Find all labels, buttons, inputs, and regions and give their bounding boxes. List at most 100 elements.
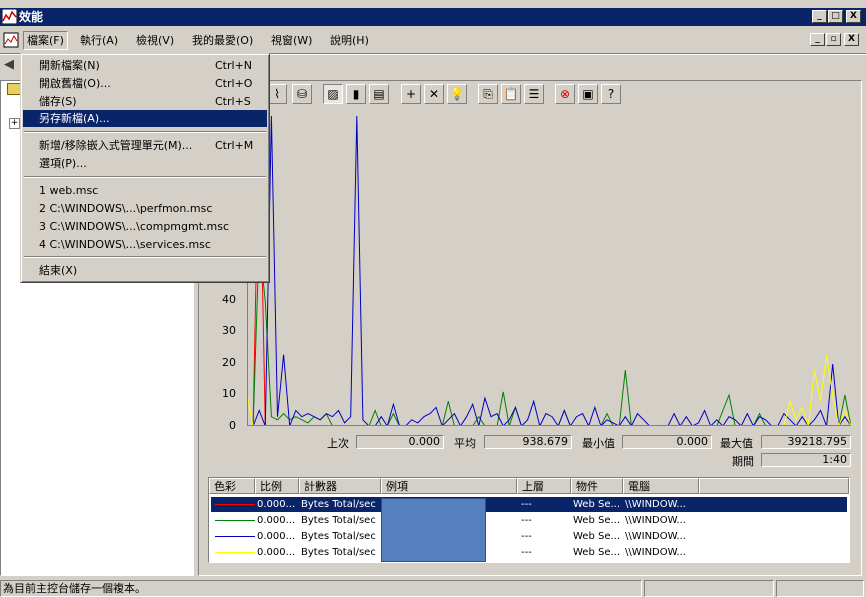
duration-value: 1:40: [761, 453, 851, 467]
status-panel-2: [644, 580, 774, 597]
column-header-computer[interactable]: 電腦: [623, 478, 699, 494]
folder-icon: [7, 83, 21, 95]
menu-view[interactable]: 檢視(V): [133, 32, 177, 49]
cell-counter: Bytes Total/sec: [301, 499, 376, 510]
file-menu-item[interactable]: 另存新檔(A)...: [23, 110, 267, 127]
cell-computer: \\WINDOW...: [625, 515, 686, 526]
menu-item-shortcut: Ctrl+N: [215, 59, 253, 72]
close-button[interactable]: X: [846, 10, 861, 23]
add-counter-icon[interactable]: +: [401, 84, 421, 104]
cell-computer: \\WINDOW...: [625, 531, 686, 542]
file-menu-dropdown: 開新檔案(N) Ctrl+N 開啟舊檔(O)... Ctrl+O 儲存(S) Ctrl+S…: [20, 53, 270, 283]
mdi-close-button[interactable]: X: [844, 33, 859, 46]
report-view-icon[interactable]: ▤: [369, 84, 389, 104]
menu-action[interactable]: 執行(A): [77, 32, 121, 49]
y-tick-label: 20: [222, 355, 236, 369]
performance-graph[interactable]: [247, 110, 851, 426]
last-value: 0.000: [356, 435, 444, 449]
column-header-color[interactable]: 色彩: [209, 478, 255, 494]
menu-separator: [24, 131, 266, 133]
menu-item-label: 結束(X): [39, 264, 78, 277]
menu-item-label: 選項(P)...: [39, 157, 87, 170]
menu-item-label: 儲存(S): [39, 95, 77, 108]
minimize-button[interactable]: _: [812, 10, 827, 23]
file-menu-item[interactable]: 結束(X): [23, 262, 267, 279]
cell-counter: Bytes Total/sec: [301, 515, 376, 526]
back-arrow-icon[interactable]: ◀: [4, 57, 14, 72]
menu-bar: 檔案(F) 執行(A) 檢視(V) 我的最愛(O) 視窗(W) 說明(H) _ …: [0, 29, 866, 51]
menu-window[interactable]: 視窗(W): [268, 32, 315, 49]
cell-scale: 0.000...: [257, 515, 296, 526]
file-menu-item[interactable]: 新增/移除嵌入式管理單元(M)... Ctrl+M: [23, 137, 267, 154]
menu-item-shortcut: Ctrl+M: [215, 139, 254, 152]
menu-help[interactable]: 說明(H): [327, 32, 372, 49]
copy-properties-icon[interactable]: ⎘: [478, 84, 498, 104]
cell-object: Web Se...: [573, 531, 621, 542]
minimum-label: 最小值: [582, 437, 615, 450]
file-menu-item[interactable]: 2 C:\WINDOWS\...\perfmon.msc: [23, 200, 267, 217]
file-menu-item[interactable]: 開新檔案(N) Ctrl+N: [23, 57, 267, 74]
counter-list[interactable]: 色彩 比例 計數器 例項 上層 物件 電腦 0.000... Bytes Tota…: [208, 477, 850, 563]
update-data-icon[interactable]: ▣: [578, 84, 598, 104]
delete-counter-icon[interactable]: ✕: [424, 84, 444, 104]
file-menu-item[interactable]: 選項(P)...: [23, 155, 267, 172]
highlight-icon[interactable]: 💡: [447, 84, 467, 104]
file-menu-item[interactable]: 3 C:\WINDOWS\...\compmgmt.msc: [23, 218, 267, 235]
column-header-parent[interactable]: 上層: [517, 478, 571, 494]
window-title: 效能: [19, 10, 44, 24]
status-text: 為目前主控台儲存一個複本。: [0, 580, 642, 597]
column-header-object[interactable]: 物件: [571, 478, 623, 494]
mdi-minimize-button[interactable]: _: [810, 33, 825, 46]
file-menu-item[interactable]: 開啟舊檔(O)... Ctrl+O: [23, 75, 267, 92]
series-line-1: [247, 239, 851, 426]
menu-favorites[interactable]: 我的最愛(O): [189, 32, 256, 49]
histogram-icon[interactable]: ⌇: [267, 84, 287, 104]
menu-item-shortcut: Ctrl+O: [215, 77, 253, 90]
column-header-instance[interactable]: 例項: [381, 478, 517, 494]
menu-file[interactable]: 檔案(F): [23, 31, 68, 50]
menu-item-label: 新增/移除嵌入式管理單元(M)...: [39, 139, 193, 152]
cell-object: Web Se...: [573, 499, 621, 510]
graph-view-icon[interactable]: ▨: [323, 84, 343, 104]
menu-item-label: 4 C:\WINDOWS\...\services.msc: [39, 238, 211, 251]
title-bar[interactable]: 效能 _ □ X: [0, 8, 866, 26]
column-header-filler: [699, 478, 849, 494]
file-menu-item[interactable]: 儲存(S) Ctrl+S: [23, 93, 267, 110]
y-tick-label: 40: [222, 292, 236, 306]
cell-scale: 0.000...: [257, 547, 296, 558]
menu-item-shortcut: Ctrl+S: [215, 95, 251, 108]
cell-parent: ---: [521, 531, 532, 542]
freeze-display-icon[interactable]: ⊗: [555, 84, 575, 104]
maximize-button[interactable]: □: [828, 10, 843, 23]
cell-scale: 0.000...: [257, 531, 296, 542]
minimum-value: 0.000: [622, 435, 712, 449]
menu-item-label: 3 C:\WINDOWS\...\compmgmt.msc: [39, 220, 230, 233]
color-swatch: [215, 536, 255, 537]
database-icon[interactable]: ⛁: [292, 84, 312, 104]
paste-counter-icon[interactable]: 📋: [501, 84, 521, 104]
help-icon[interactable]: ?: [601, 84, 621, 104]
duration-label: 期間: [732, 455, 754, 468]
counter-row[interactable]: 0.000... Bytes Total/sec --- Web Se... \\WIN…: [211, 545, 847, 560]
column-header-scale[interactable]: 比例: [255, 478, 299, 494]
y-tick-label: 30: [222, 324, 236, 338]
x-axis-line: [247, 425, 851, 426]
file-menu-item[interactable]: 1 web.msc: [23, 182, 267, 199]
console-icon[interactable]: [3, 32, 19, 48]
cell-scale: 0.000...: [257, 499, 296, 510]
mdi-restore-button[interactable]: ▫: [826, 33, 841, 46]
color-swatch: [215, 504, 255, 505]
counter-row[interactable]: 0.000... Bytes Total/sec --- Web Se... \\WIN…: [211, 529, 847, 544]
menu-item-label: 1 web.msc: [39, 184, 99, 197]
menu-separator: [24, 176, 266, 178]
histogram-view-icon[interactable]: ▮: [346, 84, 366, 104]
counter-row[interactable]: 0.000... Bytes Total/sec --- Web Se... \\WIN…: [211, 513, 847, 528]
properties-icon[interactable]: ☰: [524, 84, 544, 104]
expand-icon[interactable]: +: [9, 118, 20, 129]
column-header-counter[interactable]: 計數器: [299, 478, 381, 494]
cell-object: Web Se...: [573, 515, 621, 526]
color-swatch: [215, 520, 255, 521]
file-menu-item[interactable]: 4 C:\WINDOWS\...\services.msc: [23, 236, 267, 253]
average-value: 938.679: [484, 435, 572, 449]
counter-row[interactable]: 0.000... Bytes Total/sec --- Web Se... \\WIN…: [210, 496, 848, 513]
